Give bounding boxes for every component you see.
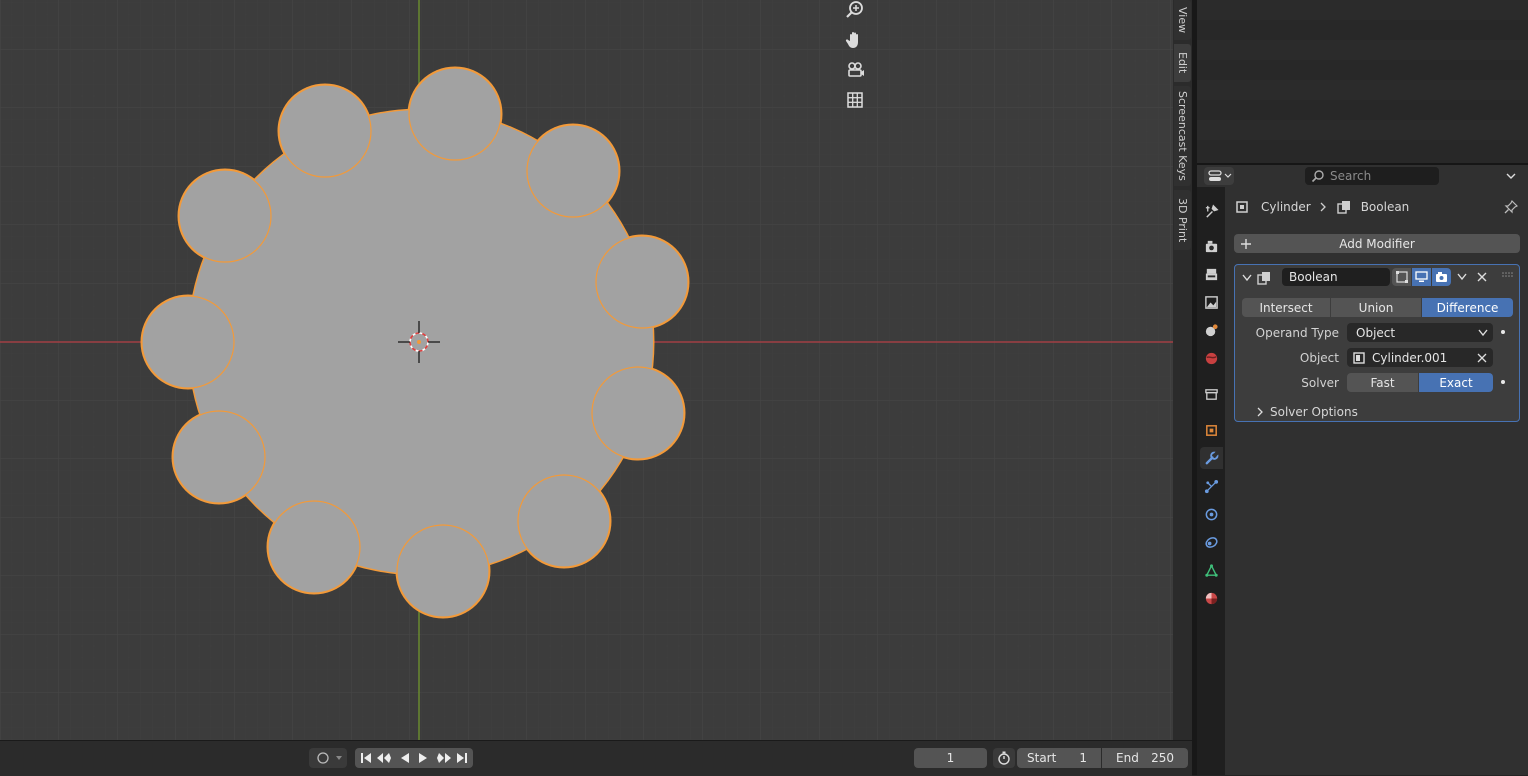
3d-viewport[interactable]: [0, 0, 1173, 740]
record-keyframe-icon: [317, 752, 342, 764]
play-icon[interactable]: [419, 753, 427, 763]
chevron-down-icon: [1506, 173, 1516, 179]
properties-body: Cylinder Boolean Add Modifier Boolean In…: [1225, 187, 1528, 775]
next-keyframe-icon[interactable]: [437, 753, 451, 763]
end-frame-field[interactable]: End 250: [1102, 748, 1188, 768]
clear-close-icon[interactable]: [1477, 353, 1487, 363]
operand-type-label: Operand Type: [1255, 326, 1339, 340]
constraints-icon[interactable]: [1200, 531, 1223, 553]
operation-union-button[interactable]: Union: [1331, 298, 1421, 317]
outliner-row: [1197, 20, 1528, 40]
search-icon: [1311, 170, 1324, 183]
plus-icon: [1241, 238, 1251, 249]
keyframe-dot-icon[interactable]: [1501, 330, 1505, 334]
operand-type-dropdown[interactable]: Object: [1347, 323, 1493, 342]
particles-icon[interactable]: [1200, 475, 1223, 497]
modifier-wrench-icon[interactable]: [1200, 447, 1223, 469]
operation-difference-button[interactable]: Difference: [1422, 298, 1513, 317]
outliner-row: [1197, 60, 1528, 80]
viewport-scene[interactable]: [0, 0, 1173, 740]
viewport-display-toggle-icon[interactable]: [1412, 268, 1431, 286]
keying-toggle[interactable]: [309, 748, 347, 768]
sidebar-tabs: View Edit Screencast Keys 3D Print: [1173, 0, 1192, 740]
outliner-panel[interactable]: [1197, 0, 1528, 163]
solver-label: Solver: [1301, 376, 1339, 390]
outliner-row: [1197, 100, 1528, 120]
world-icon[interactable]: [1200, 347, 1223, 369]
solver-exact-button[interactable]: Exact: [1419, 373, 1493, 392]
output-icon[interactable]: [1200, 263, 1223, 285]
render-toggle-camera-icon[interactable]: [1432, 268, 1451, 286]
render-icon[interactable]: [1200, 235, 1223, 257]
start-frame-field[interactable]: Start 1: [1017, 748, 1101, 768]
outliner-row: [1197, 80, 1528, 100]
scene-icon[interactable]: [1200, 319, 1223, 341]
material-icon[interactable]: [1200, 587, 1223, 609]
properties-header: Search: [1197, 165, 1528, 187]
edit-mode-toggle-icon[interactable]: [1392, 268, 1411, 286]
search-input[interactable]: Search: [1305, 167, 1439, 185]
operation-intersect-button[interactable]: Intersect: [1242, 298, 1330, 317]
tab-edit[interactable]: Edit: [1174, 44, 1191, 82]
stopwatch-icon[interactable]: [993, 748, 1015, 768]
object-label: Object: [1299, 351, 1339, 365]
physics-icon[interactable]: [1200, 503, 1223, 525]
prev-keyframe-icon[interactable]: [377, 753, 391, 763]
properties-tabs: [1197, 187, 1225, 775]
remove-modifier-close-icon[interactable]: [1475, 270, 1489, 284]
data-mesh-icon[interactable]: [1200, 559, 1223, 581]
drag-handle-icon[interactable]: [1501, 270, 1515, 280]
editor-type-button[interactable]: [1204, 167, 1234, 185]
zoom-icon[interactable]: [841, 0, 869, 24]
camera-view-icon[interactable]: [841, 56, 869, 84]
outliner-row: [1197, 0, 1528, 20]
grid-ortho-icon[interactable]: [841, 86, 869, 114]
outliner-row: [1197, 120, 1528, 140]
chevron-right-icon: [1257, 407, 1263, 417]
solver-options-subpanel-header[interactable]: Solver Options: [1255, 404, 1358, 420]
chevron-right-icon: [1320, 202, 1326, 212]
tab-screencast-keys[interactable]: Screencast Keys: [1174, 86, 1191, 186]
jump-end-icon[interactable]: [457, 753, 467, 763]
view-layer-icon[interactable]: [1200, 291, 1223, 313]
object-icon: [1236, 201, 1248, 213]
modifier-boolean-icon: [1336, 201, 1350, 214]
modifier-menu-chevron-icon[interactable]: [1455, 270, 1469, 284]
pin-icon[interactable]: [1502, 199, 1520, 215]
object-picker-field[interactable]: Cylinder.001: [1347, 348, 1493, 367]
tab-3d-print[interactable]: 3D Print: [1174, 190, 1191, 250]
outliner-row: [1197, 40, 1528, 60]
solver-fast-button[interactable]: Fast: [1347, 373, 1418, 392]
object-icon: [1353, 351, 1365, 364]
collapse-chevron-icon[interactable]: [1240, 271, 1254, 285]
play-reverse-icon[interactable]: [401, 753, 409, 763]
keyframe-dot-icon[interactable]: [1501, 380, 1505, 384]
add-modifier-button[interactable]: Add Modifier: [1234, 234, 1520, 253]
object-icon[interactable]: [1200, 419, 1223, 441]
properties-editor-icon: [1208, 170, 1232, 181]
breadcrumb: Cylinder Boolean: [1235, 199, 1409, 215]
hand-pan-icon[interactable]: [841, 26, 869, 54]
playback-controls: [355, 748, 473, 768]
modifier-boolean-icon: [1257, 271, 1273, 285]
operation-selector: Intersect Union Difference: [1242, 298, 1513, 317]
collection-icon[interactable]: [1200, 383, 1223, 405]
timeline-bar: 1 Start 1 End 250: [0, 740, 1192, 776]
boolean-modifier-panel: Boolean Intersect Union Difference Opera…: [1234, 264, 1520, 422]
options-dropdown[interactable]: [1499, 167, 1523, 185]
solver-selector: Fast Exact: [1347, 373, 1493, 392]
current-frame-field[interactable]: 1: [914, 748, 987, 768]
tab-view[interactable]: View: [1174, 0, 1191, 40]
chevron-down-icon: [1478, 329, 1488, 336]
outliner-row: [1197, 140, 1528, 160]
modifier-name-field[interactable]: Boolean: [1282, 268, 1390, 286]
jump-start-icon[interactable]: [361, 753, 371, 763]
tool-icon[interactable]: [1200, 200, 1223, 222]
